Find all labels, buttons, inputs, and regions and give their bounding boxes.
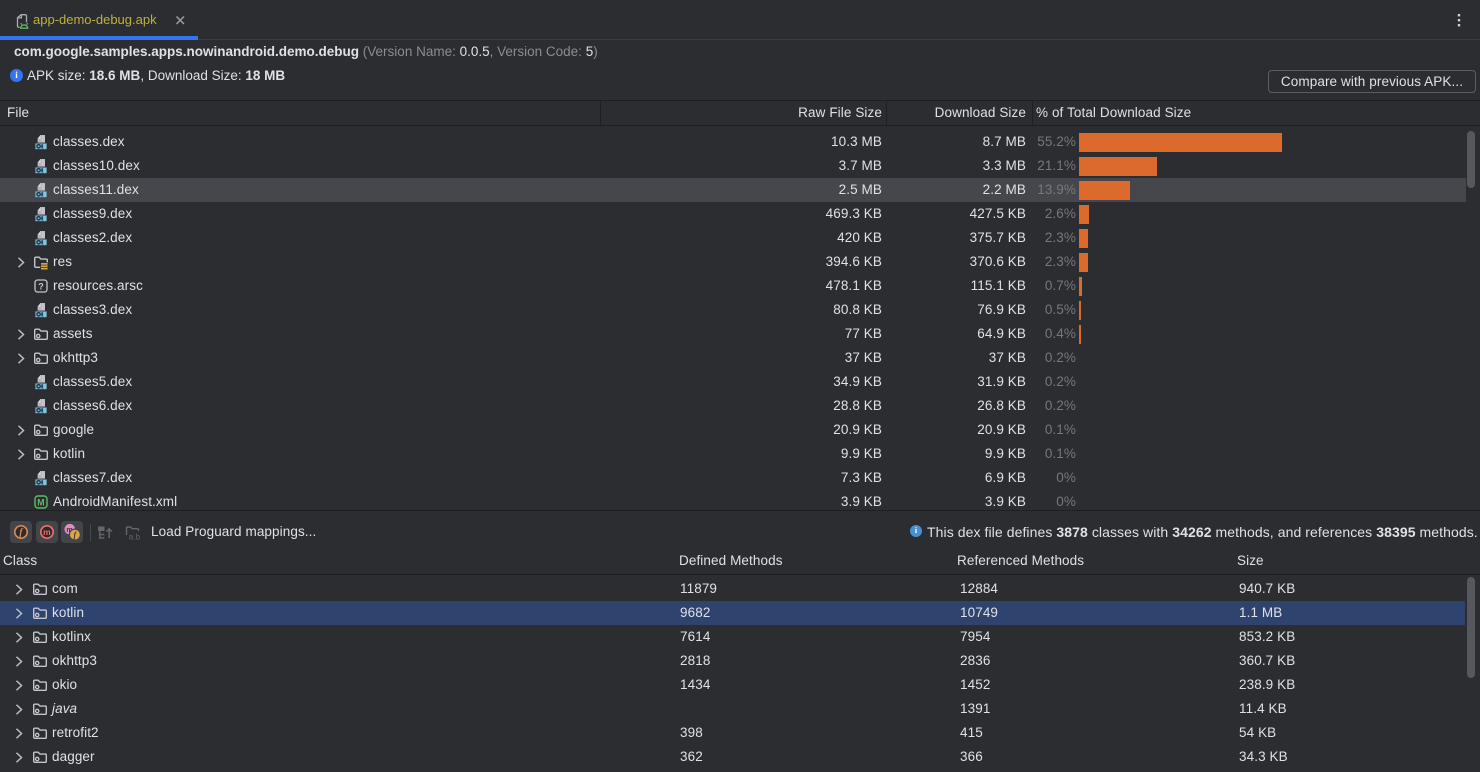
- svg-text:M: M: [37, 498, 44, 508]
- svg-text:a.b: a.b: [129, 532, 141, 541]
- svg-text:?: ?: [38, 281, 44, 291]
- svg-text:m: m: [43, 527, 51, 537]
